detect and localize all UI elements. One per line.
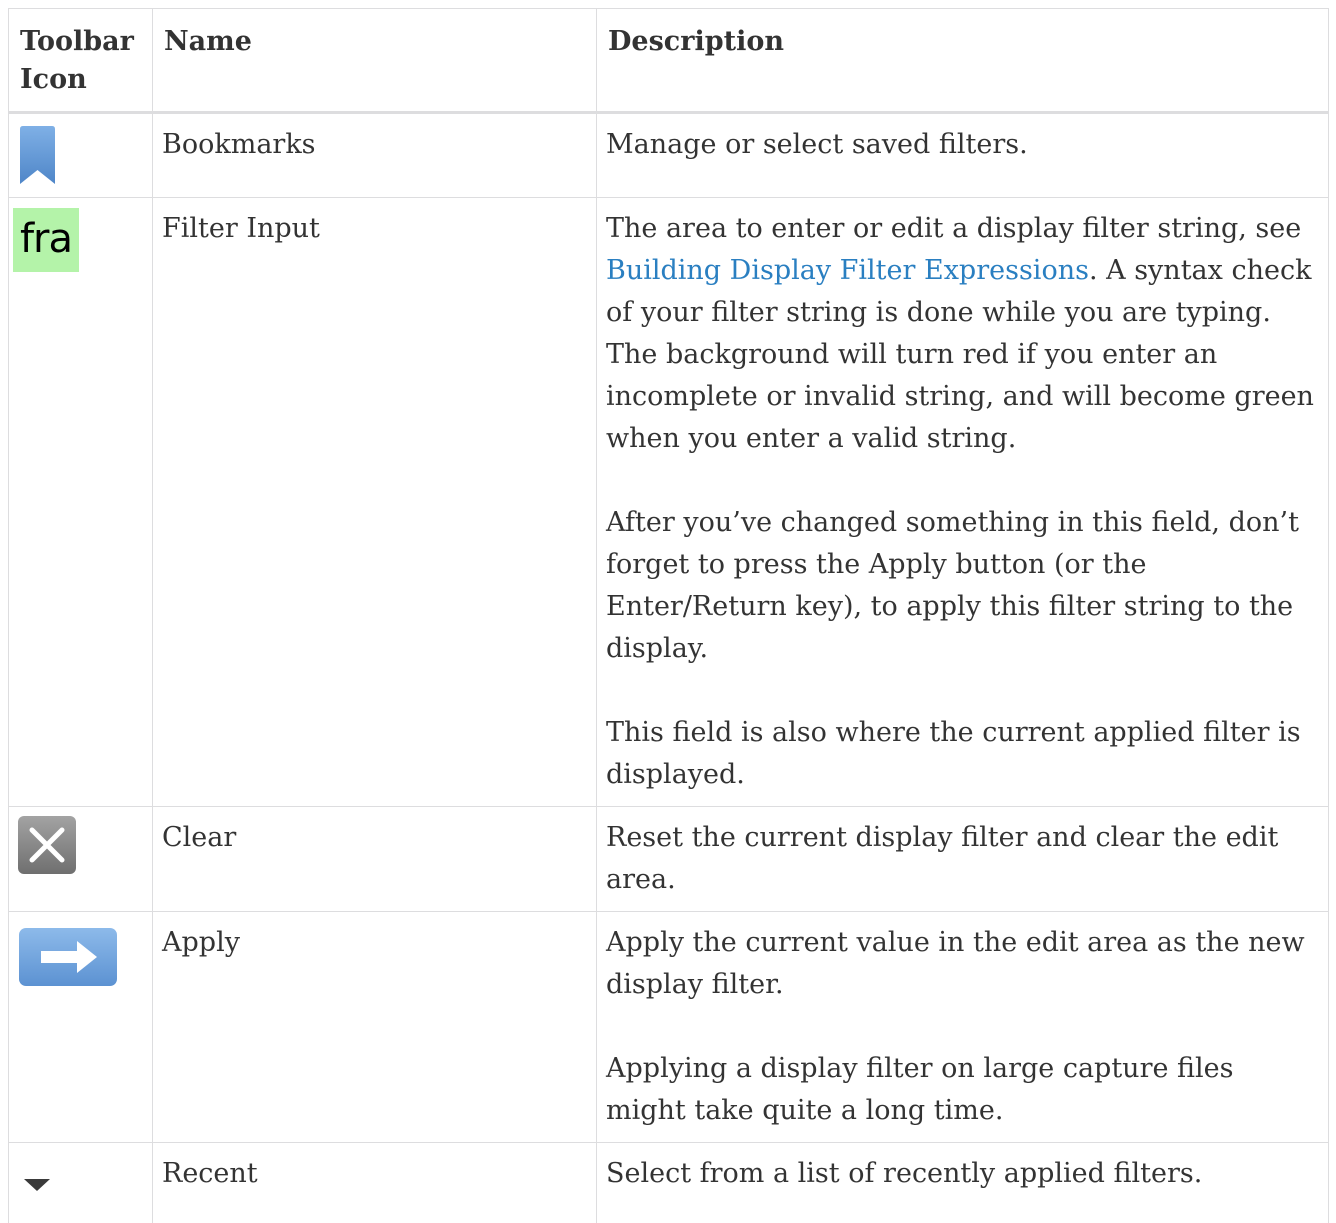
description-paragraph: Apply the current value in the edit area… (606, 927, 1305, 1000)
row-description: Select from a list of recently applied f… (596, 1142, 1329, 1223)
row-name-clear: Clear (152, 806, 597, 912)
row-description: Apply the current value in the edit area… (596, 911, 1329, 1143)
table-header-row: Toolbar Icon Name Description (8, 8, 1329, 114)
table-row: Apply Apply the current value in the edi… (8, 911, 1329, 1143)
table-row: Bookmarks Manage or select saved filters… (8, 112, 1329, 198)
header-toolbar-icon: Toolbar Icon (8, 8, 153, 114)
row-name-recent: Recent (152, 1142, 597, 1223)
filter-input-icon: fra (13, 208, 79, 272)
header-name: Name (152, 8, 597, 114)
row-description: The area to enter or edit a display filt… (596, 197, 1329, 807)
row-description: Reset the current display filter and cle… (596, 806, 1329, 912)
description-paragraph: After you’ve changed something in this f… (606, 507, 1299, 664)
description-text: The area to enter or edit a display filt… (606, 213, 1302, 244)
clear-icon (18, 816, 76, 874)
table-row: Clear Reset the current display filter a… (8, 806, 1329, 912)
table-row: Recent Select from a list of recently ap… (8, 1142, 1329, 1223)
icon-cell (8, 911, 153, 1143)
table-row: fra Filter Input The area to enter or ed… (8, 197, 1329, 807)
building-display-filter-expressions-link[interactable]: Building Display Filter Expressions (606, 255, 1089, 286)
row-name-bookmarks: Bookmarks (152, 112, 597, 198)
toolbar-table: Toolbar Icon Name Description Bookmarks (8, 8, 1329, 1223)
description-paragraph: Manage or select saved filters. (606, 129, 1028, 160)
row-name-filter-input: Filter Input (152, 197, 597, 807)
description-paragraph: Applying a display filter on large captu… (606, 1053, 1234, 1126)
icon-cell (8, 1142, 153, 1223)
description-paragraph: This field is also where the current app… (606, 717, 1301, 790)
row-description: Manage or select saved filters. (596, 112, 1329, 198)
header-description: Description (596, 8, 1329, 114)
row-name-apply: Apply (152, 911, 597, 1143)
icon-cell (8, 112, 153, 198)
description-paragraph: Reset the current display filter and cle… (606, 822, 1279, 895)
description-paragraph: Select from a list of recently applied f… (606, 1158, 1203, 1189)
bookmark-icon (20, 126, 55, 184)
description-paragraph: The area to enter or edit a display filt… (606, 208, 1318, 460)
apply-arrow-icon (19, 928, 117, 986)
icon-cell (8, 806, 153, 912)
icon-cell: fra (8, 197, 153, 807)
recent-dropdown-icon (24, 1179, 50, 1191)
